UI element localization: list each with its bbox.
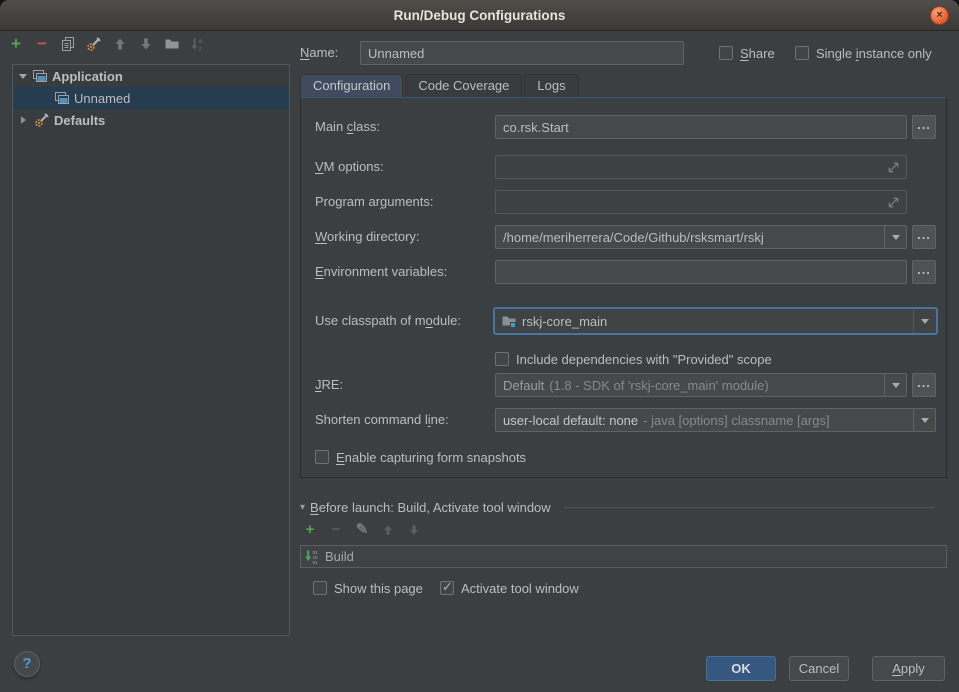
include-provided-checkbox-group[interactable]: Include dependencies with "Provided" sco… xyxy=(495,347,772,371)
working-directory-browse-button[interactable]: ... xyxy=(912,225,936,249)
shorten-command-line-label: Shorten command line: xyxy=(315,408,449,432)
main-class-label: Main class: xyxy=(315,115,380,139)
application-icon xyxy=(32,68,48,84)
jre-label: JRE: xyxy=(315,373,343,397)
tab-code-coverage[interactable]: Code Coverage xyxy=(405,74,522,97)
share-checkbox[interactable] xyxy=(719,46,733,60)
sort-configurations-icon[interactable]: az xyxy=(190,36,206,52)
enable-capturing-checkbox[interactable] xyxy=(315,450,329,464)
vm-options-label: VM options: xyxy=(315,155,384,179)
collapse-triangle-icon[interactable]: ▾ xyxy=(300,502,305,513)
chevron-down-icon[interactable] xyxy=(913,309,936,333)
tree-item-label: Application xyxy=(52,69,123,84)
before-launch-task-list: 011001 Build xyxy=(300,545,947,568)
configurations-toolbar: + − az xyxy=(8,36,206,52)
single-instance-checkbox[interactable] xyxy=(795,46,809,60)
vm-options-field[interactable] xyxy=(495,155,907,179)
show-this-page-checkbox-group[interactable]: Show this page xyxy=(313,576,423,600)
tab-configuration[interactable]: Configuration xyxy=(300,74,403,97)
cancel-button[interactable]: Cancel xyxy=(789,656,849,681)
enable-capturing-checkbox-group[interactable]: Enable capturing form snapshots xyxy=(315,445,526,469)
window-title: Run/Debug Configurations xyxy=(394,8,566,23)
working-directory-combo[interactable]: /home/meriherrera/Code/Github/rsksmart/r… xyxy=(495,225,907,249)
use-classpath-label: Use classpath of module: xyxy=(315,309,461,333)
move-task-up-icon[interactable] xyxy=(381,523,395,537)
main-class-browse-button[interactable]: ... xyxy=(912,115,936,139)
program-arguments-field[interactable] xyxy=(495,190,907,214)
build-icon: 011001 xyxy=(304,549,320,565)
jre-combo[interactable]: Default (1.8 - SDK of 'rskj-core_main' m… xyxy=(495,373,907,397)
ok-button[interactable]: OK xyxy=(706,656,776,681)
settings-tabs: Configuration Code Coverage Logs xyxy=(300,75,581,97)
share-label: Share xyxy=(740,46,775,61)
edit-task-icon[interactable]: ✎ xyxy=(355,523,369,537)
move-task-down-icon[interactable] xyxy=(407,523,421,537)
remove-task-icon[interactable]: − xyxy=(329,523,343,537)
tab-logs[interactable]: Logs xyxy=(524,74,578,97)
remove-configuration-icon[interactable]: − xyxy=(34,36,50,52)
name-input[interactable]: Unnamed xyxy=(360,41,684,65)
help-button[interactable]: ? xyxy=(14,651,40,677)
before-launch-title: Before launch: Build, Activate tool wind… xyxy=(310,500,551,515)
defaults-wrench-icon xyxy=(34,112,50,128)
svg-text:01: 01 xyxy=(313,560,319,565)
single-instance-label: Single instance only xyxy=(816,46,932,61)
configurations-tree: Application Unnamed Defaults xyxy=(12,64,290,636)
show-this-page-checkbox[interactable] xyxy=(313,581,327,595)
title-bar[interactable]: Run/Debug Configurations × xyxy=(0,0,959,31)
environment-variables-browse-button[interactable]: ... xyxy=(912,260,936,284)
chevron-down-icon[interactable] xyxy=(19,74,27,83)
environment-variables-field[interactable] xyxy=(495,260,907,284)
program-arguments-label: Program arguments: xyxy=(315,190,434,214)
create-folder-icon[interactable] xyxy=(164,36,180,52)
add-task-icon[interactable]: + xyxy=(303,523,317,537)
tree-item-application[interactable]: Application xyxy=(13,65,289,87)
single-instance-checkbox-group[interactable]: Single instance only xyxy=(795,41,932,65)
tree-item-defaults[interactable]: Defaults xyxy=(13,109,289,131)
apply-button[interactable]: Apply xyxy=(872,656,945,681)
configuration-tab-panel: Main class: co.rsk.Start ... VM options:… xyxy=(300,97,947,478)
svg-text:a: a xyxy=(199,38,203,45)
tree-item-label: Defaults xyxy=(54,113,105,128)
tree-item-unnamed[interactable]: Unnamed xyxy=(13,87,289,109)
activate-tool-window-checkbox[interactable] xyxy=(440,581,454,595)
run-debug-configurations-dialog: Run/Debug Configurations × + − az xyxy=(0,0,959,692)
expand-field-icon[interactable] xyxy=(886,160,901,178)
share-checkbox-group[interactable]: Share xyxy=(719,41,775,65)
tree-item-label: Unnamed xyxy=(74,91,130,106)
task-item-build[interactable]: 011001 Build xyxy=(301,546,946,567)
module-icon xyxy=(501,313,517,329)
activate-tool-window-checkbox-group[interactable]: Activate tool window xyxy=(440,576,579,600)
shorten-command-line-combo[interactable]: user-local default: none - java [options… xyxy=(495,408,936,432)
separator-line xyxy=(564,507,935,508)
jre-browse-button[interactable]: ... xyxy=(912,373,936,397)
name-label: Name: xyxy=(300,41,338,65)
copy-configuration-icon[interactable] xyxy=(60,36,76,52)
before-launch-header[interactable]: ▾ Before launch: Build, Activate tool wi… xyxy=(300,500,935,515)
svg-text:z: z xyxy=(199,46,203,53)
close-icon[interactable]: × xyxy=(930,6,949,25)
environment-variables-label: Environment variables: xyxy=(315,260,447,284)
activate-tool-window-label: Activate tool window xyxy=(461,581,579,596)
chevron-down-icon[interactable] xyxy=(884,374,906,396)
move-down-icon[interactable] xyxy=(138,36,154,52)
edit-defaults-wrench-icon[interactable] xyxy=(86,36,102,52)
before-launch-toolbar: + − ✎ xyxy=(303,523,421,537)
use-classpath-combo[interactable]: rskj-core_main xyxy=(493,307,938,335)
main-class-field[interactable]: co.rsk.Start xyxy=(495,115,907,139)
enable-capturing-label: Enable capturing form snapshots xyxy=(336,450,526,465)
chevron-right-icon[interactable] xyxy=(21,116,30,124)
chevron-down-icon[interactable] xyxy=(913,409,935,431)
include-provided-checkbox[interactable] xyxy=(495,352,509,366)
show-this-page-label: Show this page xyxy=(334,581,423,596)
working-directory-label: Working directory: xyxy=(315,225,420,249)
include-provided-label: Include dependencies with "Provided" sco… xyxy=(516,352,772,367)
move-up-icon[interactable] xyxy=(112,36,128,52)
expand-field-icon[interactable] xyxy=(886,195,901,213)
chevron-down-icon[interactable] xyxy=(884,226,906,248)
application-icon xyxy=(54,90,70,106)
task-item-label: Build xyxy=(325,549,354,564)
add-configuration-icon[interactable]: + xyxy=(8,36,24,52)
